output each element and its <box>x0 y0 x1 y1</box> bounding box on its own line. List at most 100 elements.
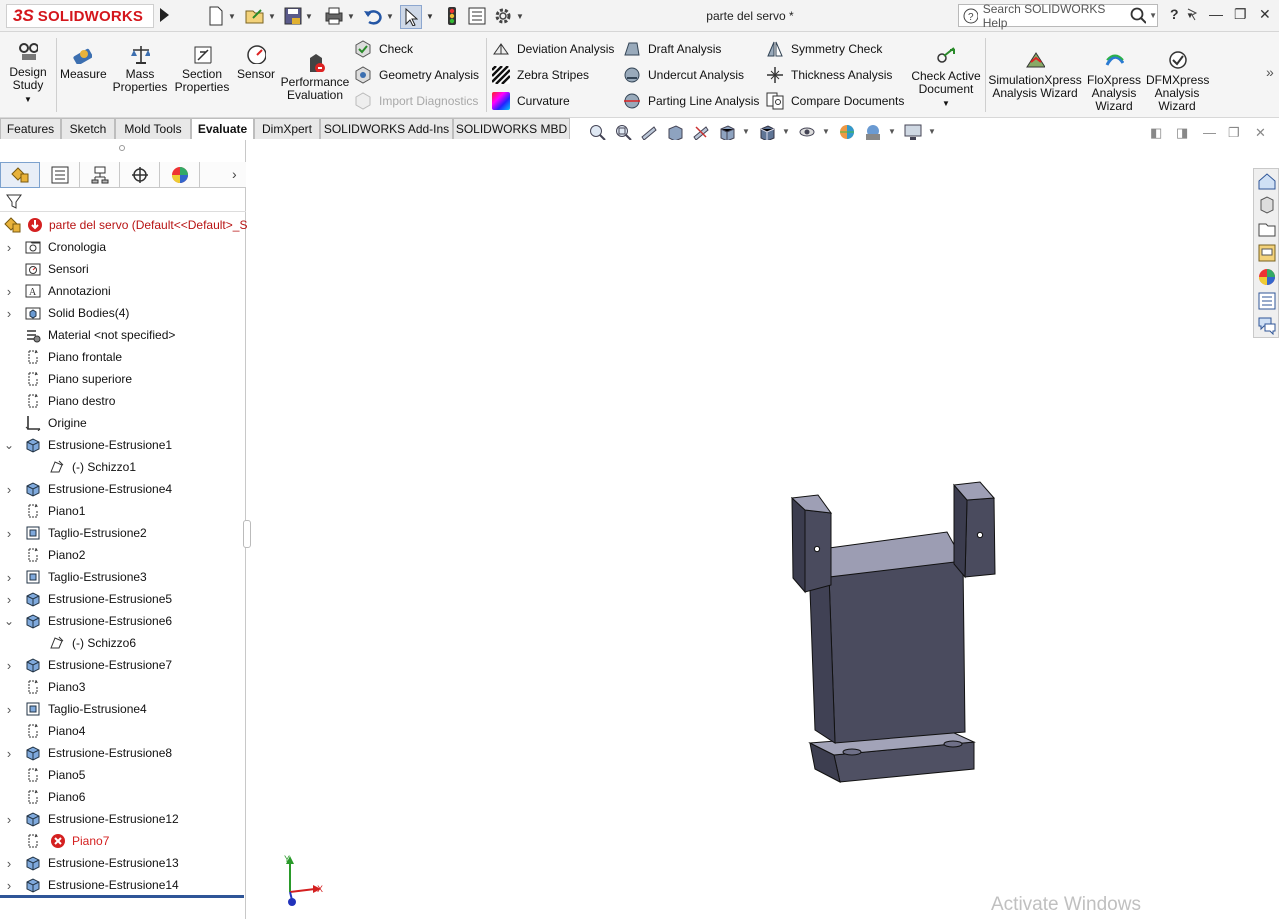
measure-button[interactable]: Measure <box>60 40 107 81</box>
tab-dimxpertmanager[interactable] <box>120 162 160 188</box>
panel-collapse-handle[interactable] <box>243 520 251 548</box>
tree-root-part[interactable]: parte del servo (Default<<Default>_S <box>0 214 247 236</box>
tab-featuremanager[interactable] <box>0 162 40 188</box>
expand-arrow-icon[interactable]: › <box>4 702 14 717</box>
open-button[interactable]: ▼ <box>245 5 276 27</box>
undo-button[interactable]: ▼ <box>363 5 394 27</box>
draft-analysis-button[interactable]: Draft Analysis <box>623 38 721 60</box>
viewport-close-button[interactable]: ✕ <box>1255 125 1266 141</box>
scene-dropdown-icon[interactable]: ▼ <box>888 127 896 136</box>
design-study-button[interactable]: Design Study ▼ <box>6 40 50 106</box>
tree-item[interactable]: › Cronologia <box>0 236 246 258</box>
geometry-analysis-button[interactable]: Geometry Analysis <box>354 64 479 86</box>
tree-item[interactable]: ⌄ Estrusione-Estrusione6 <box>0 610 246 632</box>
expand-arrow-icon[interactable]: › <box>4 746 14 761</box>
panel-splitter-handle[interactable] <box>119 145 125 151</box>
tab-solidworks-add-ins[interactable]: SOLIDWORKS Add-Ins <box>320 118 453 139</box>
servo-part-model[interactable] <box>790 481 996 783</box>
graphics-area[interactable]: Y X <box>247 140 1279 919</box>
collapse-arrow-icon[interactable]: ⌄ <box>4 614 14 628</box>
tree-item[interactable]: Piano2 <box>0 544 246 566</box>
view-palette-icon[interactable] <box>1257 243 1277 263</box>
check-active-document-button[interactable]: Check Active Document ▼ <box>910 42 982 110</box>
save-button[interactable]: ▼ <box>284 5 313 27</box>
tree-item[interactable]: (-) Schizzo1 <box>0 456 246 478</box>
3d-model-view[interactable]: Y X <box>247 140 1279 919</box>
expand-arrow-icon[interactable]: › <box>4 526 14 541</box>
tree-item[interactable]: › Estrusione-Estrusione13 <box>0 852 246 874</box>
appearances-icon[interactable] <box>1257 267 1277 287</box>
undercut-analysis-button[interactable]: Undercut Analysis <box>623 64 744 86</box>
forum-icon[interactable] <box>1257 315 1277 335</box>
zebra-stripes-button[interactable]: Zebra Stripes <box>492 64 589 86</box>
expand-arrow-icon[interactable]: › <box>4 284 14 299</box>
sensor-button[interactable]: Sensor <box>234 40 278 81</box>
restore-button[interactable]: ❐ <box>1234 6 1247 23</box>
simulationxpress-button[interactable]: SimulationXpress Analysis Wizard <box>988 46 1082 100</box>
tree-item[interactable]: › Estrusione-Estrusione5 <box>0 588 246 610</box>
tree-item[interactable]: (-) Schizzo6 <box>0 632 246 654</box>
previous-view-icon[interactable] <box>640 123 658 141</box>
zoom-to-fit-icon[interactable] <box>588 123 606 141</box>
tab-displaymanager[interactable] <box>160 162 200 188</box>
compare-documents-button[interactable]: Compare Documents <box>766 90 904 112</box>
dfmxpress-button[interactable]: DFMXpress Analysis Wizard <box>1146 46 1209 113</box>
expand-arrow-icon[interactable]: › <box>4 482 14 497</box>
parting-line-analysis-button[interactable]: Parting Line Analysis <box>623 90 759 112</box>
rollback-bar[interactable] <box>0 895 244 898</box>
mass-properties-button[interactable]: Mass Properties <box>110 40 170 94</box>
hide-show-items-icon[interactable] <box>798 123 816 141</box>
minimize-button[interactable]: — <box>1209 6 1223 22</box>
tree-item[interactable]: Piano superiore <box>0 368 246 390</box>
expand-arrow-icon[interactable]: › <box>4 592 14 607</box>
tab-evaluate[interactable]: Evaluate <box>191 118 254 139</box>
import-diagnostics-button[interactable]: Import Diagnostics <box>354 90 478 112</box>
rebuild-button[interactable] <box>445 5 459 27</box>
tree-item[interactable]: › Estrusione-Estrusione4 <box>0 478 246 500</box>
tab-features[interactable]: Features <box>0 118 61 139</box>
select-button[interactable] <box>400 5 422 29</box>
design-library-icon[interactable] <box>1257 195 1277 215</box>
tree-item[interactable]: Piano1 <box>0 500 246 522</box>
viewport-tile-left-icon[interactable]: ◧ <box>1150 125 1162 141</box>
symmetry-check-button[interactable]: Symmetry Check <box>766 38 882 60</box>
help-menu-button[interactable]: ? <box>1170 6 1179 22</box>
expand-arrow-icon[interactable]: › <box>4 658 14 673</box>
ribbon-overflow-icon[interactable]: » <box>1266 64 1274 80</box>
view-orientation-dropdown-icon[interactable]: ▼ <box>742 127 750 136</box>
expand-arrow-icon[interactable]: › <box>4 878 14 893</box>
tree-item[interactable]: › Taglio-Estrusione2 <box>0 522 246 544</box>
tab-solidworks-mbd[interactable]: SOLIDWORKS MBD <box>453 118 570 139</box>
thickness-analysis-button[interactable]: Thickness Analysis <box>766 64 892 86</box>
expand-arrow-icon[interactable]: › <box>4 812 14 827</box>
new-document-button[interactable]: ▼ <box>207 5 236 27</box>
hide-show-dropdown-icon[interactable]: ▼ <box>822 127 830 136</box>
display-style-icon[interactable] <box>758 123 776 141</box>
expand-arrow-icon[interactable]: › <box>4 856 14 871</box>
edit-appearance-icon[interactable] <box>838 123 856 141</box>
tree-item[interactable]: Piano destro <box>0 390 246 412</box>
search-help-input[interactable]: ? Search SOLIDWORKS Help ▼ <box>958 2 1158 30</box>
apply-scene-icon[interactable] <box>864 123 882 141</box>
select-dropdown-icon[interactable]: ▼ <box>426 5 434 27</box>
curvature-button[interactable]: Curvature <box>492 90 570 112</box>
viewport-tile-right-icon[interactable]: ◨ <box>1176 125 1188 141</box>
tree-item[interactable]: › Solid Bodies(4) <box>0 302 246 324</box>
view-settings-icon[interactable] <box>904 123 922 141</box>
dynamic-annotation-icon[interactable] <box>692 123 710 141</box>
design-study-dropdown-icon[interactable]: ▼ <box>24 95 32 104</box>
pin-icon[interactable] <box>1186 7 1198 21</box>
filter-icon[interactable] <box>6 193 22 209</box>
check-button[interactable]: Check <box>354 38 413 60</box>
section-view-icon[interactable] <box>666 123 684 141</box>
tree-item[interactable]: › Estrusione-Estrusione7 <box>0 654 246 676</box>
expand-arrow-icon[interactable]: › <box>4 570 14 585</box>
tree-item[interactable]: › A Annotazioni <box>0 280 246 302</box>
performance-evaluation-button[interactable]: Performance Evaluation <box>280 48 350 102</box>
solidworks-resources-icon[interactable] <box>1257 171 1277 191</box>
tree-item[interactable]: › Taglio-Estrusione4 <box>0 698 246 720</box>
view-orientation-icon[interactable] <box>718 123 736 141</box>
section-properties-button[interactable]: Section Properties <box>172 40 232 94</box>
collapse-arrow-icon[interactable]: ⌄ <box>4 438 14 452</box>
tree-item[interactable]: Piano frontale <box>0 346 246 368</box>
